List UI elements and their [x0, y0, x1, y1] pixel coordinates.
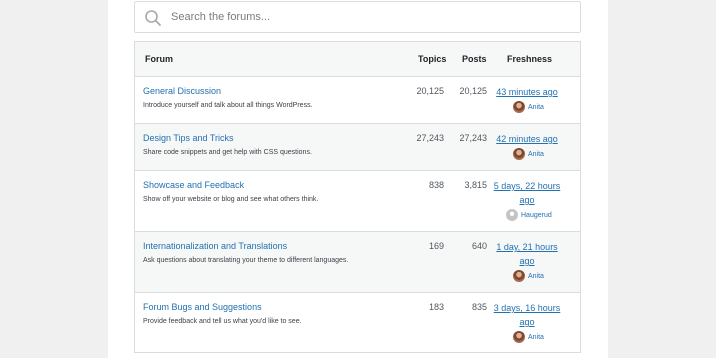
post-count: 640 — [471, 241, 487, 251]
freshness-text-cont: ago — [519, 195, 535, 205]
freshness-text: 5 days, 22 hours — [493, 181, 561, 191]
forums-table: Forum Topics Posts Freshness General Dis… — [134, 41, 581, 353]
topic-count: 20,125 — [416, 86, 444, 96]
forum-description: Show off your website or blog and see wh… — [143, 196, 319, 203]
forum-search-box[interactable] — [134, 1, 581, 33]
post-count: 20,125 — [459, 86, 487, 96]
forum-row: Showcase and Feedback Show off your webs… — [135, 171, 580, 232]
topic-count: 183 — [428, 302, 444, 312]
forum-title-link[interactable]: General Discussion — [143, 86, 221, 96]
author-name[interactable]: Anita — [528, 151, 544, 158]
default-avatar-icon — [506, 209, 518, 221]
header-topics: Topics — [418, 54, 447, 64]
forum-description: Share code snippets and get help with CS… — [143, 149, 312, 156]
freshness-text: 1 day, 21 hours — [496, 242, 558, 252]
forum-description: Introduce yourself and talk about all th… — [143, 102, 313, 109]
photo-avatar-icon — [513, 148, 525, 160]
author-name[interactable]: Haugerud — [521, 212, 552, 219]
freshness-link[interactable]: 3 days, 16 hours ago — [493, 301, 561, 329]
freshness-text: 3 days, 16 hours — [493, 303, 561, 313]
freshness-text: 42 minutes ago — [496, 134, 558, 144]
forum-title-link[interactable]: Internationalization and Translations — [143, 241, 287, 251]
last-poster[interactable]: Anita — [513, 101, 544, 113]
freshness-link[interactable]: 5 days, 22 hours ago — [493, 179, 561, 207]
header-freshness: Freshness — [507, 54, 553, 64]
forum-title-link[interactable]: Showcase and Feedback — [143, 180, 244, 190]
forum-row: Internationalization and Translations As… — [135, 232, 580, 293]
freshness-link[interactable]: 1 day, 21 hours ago — [493, 240, 561, 268]
freshness-text: 43 minutes ago — [496, 87, 558, 97]
forum-row: Forum Bugs and Suggestions Provide feedb… — [135, 293, 580, 353]
photo-avatar-icon — [513, 270, 525, 282]
forum-description: Ask questions about translating your the… — [143, 257, 349, 264]
photo-avatar-icon — [513, 331, 525, 343]
freshness-link[interactable]: 43 minutes ago — [493, 85, 561, 99]
header-forum: Forum — [145, 54, 173, 64]
freshness-text-cont: ago — [519, 256, 535, 266]
header-posts: Posts — [462, 54, 487, 64]
freshness-text-cont: ago — [519, 317, 535, 327]
post-count: 27,243 — [459, 133, 487, 143]
freshness-link[interactable]: 42 minutes ago — [493, 132, 561, 146]
author-name[interactable]: Anita — [528, 104, 544, 111]
last-poster[interactable]: Anita — [513, 331, 544, 343]
forum-title-link[interactable]: Design Tips and Tricks — [143, 133, 234, 143]
author-name[interactable]: Anita — [528, 273, 544, 280]
forum-description: Provide feedback and tell us what you'd … — [143, 318, 302, 325]
last-poster[interactable]: Anita — [513, 148, 544, 160]
post-count: 3,815 — [464, 180, 487, 190]
forum-row: General Discussion Introduce yourself an… — [135, 77, 580, 124]
topic-count: 27,243 — [416, 133, 444, 143]
photo-avatar-icon — [513, 101, 525, 113]
forum-row: Design Tips and Tricks Share code snippe… — [135, 124, 580, 171]
last-poster[interactable]: Anita — [513, 270, 544, 282]
search-input[interactable] — [171, 2, 571, 32]
topic-count: 169 — [428, 241, 444, 251]
forum-title-link[interactable]: Forum Bugs and Suggestions — [143, 302, 262, 312]
author-name[interactable]: Anita — [528, 334, 544, 341]
post-count: 835 — [471, 302, 487, 312]
table-header: Forum Topics Posts Freshness — [135, 42, 580, 77]
last-poster[interactable]: Haugerud — [506, 209, 552, 221]
search-icon — [145, 10, 161, 26]
topic-count: 838 — [428, 180, 444, 190]
